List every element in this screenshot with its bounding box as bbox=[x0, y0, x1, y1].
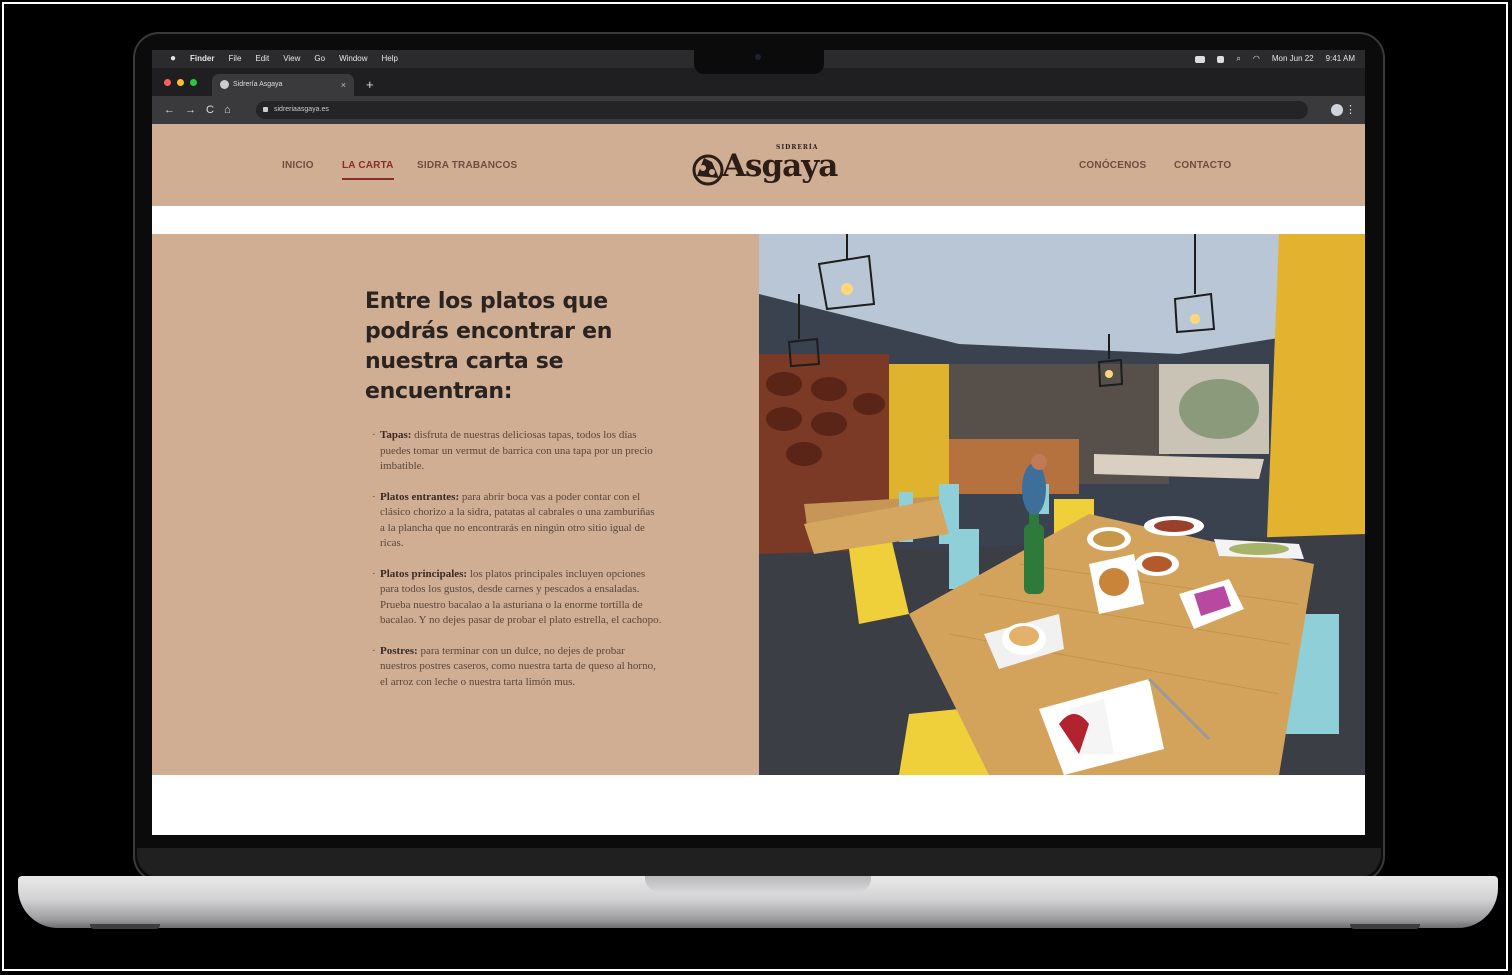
laptop-foot bbox=[90, 924, 160, 929]
item-text: disfruta de nuestras deliciosas tapas, t… bbox=[380, 429, 653, 472]
menu-description-panel: Entre los platos que podrás encontrar en… bbox=[152, 234, 759, 775]
browser-toolbar: ← → C ⌂ sidreriaasgaya.es ⋮ bbox=[152, 96, 1365, 124]
address-bar[interactable]: sidreriaasgaya.es bbox=[256, 101, 1308, 119]
laptop-chin bbox=[137, 848, 1381, 878]
menubar-item-view[interactable]: View bbox=[283, 50, 300, 68]
laptop-foot bbox=[1350, 924, 1420, 929]
favicon-icon bbox=[220, 79, 229, 89]
menubar-item-edit[interactable]: Edit bbox=[255, 50, 269, 68]
new-tab-button[interactable]: + bbox=[366, 74, 374, 96]
browser-tab[interactable]: Sidrería Asgaya × bbox=[212, 74, 354, 96]
nav-link-inicio[interactable]: INICIO bbox=[282, 160, 314, 171]
menubar-item-help[interactable]: Help bbox=[382, 50, 398, 68]
laptop-screen: ● Finder File Edit View Go Window Help ⌕… bbox=[152, 50, 1365, 835]
trackpad-notch bbox=[645, 876, 871, 892]
list-item: Postres: para terminar con un dulce, no … bbox=[372, 644, 662, 691]
wifi-icon[interactable]: ◠ bbox=[1253, 50, 1260, 68]
apple-menu-icon[interactable]: ● bbox=[170, 50, 176, 68]
minimize-window-button[interactable] bbox=[177, 79, 184, 86]
list-item: Platos principales: los platos principal… bbox=[372, 567, 662, 629]
site-header: INICIO LA CARTA SIDRA TRABANCOS SIDRERÍA… bbox=[152, 124, 1365, 206]
asgaya-logo[interactable]: SIDRERÍA Asgaya bbox=[688, 144, 838, 188]
reload-button[interactable]: C bbox=[206, 96, 214, 124]
nav-link-contacto[interactable]: CONTACTO bbox=[1174, 160, 1231, 171]
window-controls bbox=[164, 79, 197, 86]
page-footer-space bbox=[152, 775, 1365, 835]
extension-icon[interactable] bbox=[1331, 104, 1343, 116]
menubar-date[interactable]: Mon Jun 22 bbox=[1272, 50, 1314, 68]
battery-icon[interactable] bbox=[1195, 55, 1206, 63]
item-text: para terminar con un dulce, no dejes de … bbox=[380, 644, 656, 688]
zoom-window-button[interactable] bbox=[190, 79, 197, 86]
lock-icon bbox=[263, 107, 268, 112]
active-underline bbox=[342, 178, 394, 180]
forward-button[interactable]: → bbox=[185, 96, 196, 124]
nav-link-conocenos[interactable]: CONÓCENOS bbox=[1079, 160, 1146, 171]
nav-link-label: LA CARTA bbox=[342, 160, 394, 171]
tab-title: Sidrería Asgaya bbox=[233, 81, 283, 88]
browser-menu-button[interactable]: ⋮ bbox=[1345, 96, 1356, 124]
camera-notch bbox=[694, 50, 824, 74]
list-item: Tapas: disfruta de nuestras deliciosas t… bbox=[372, 428, 662, 475]
url-text: sidreriaasgaya.es bbox=[274, 106, 329, 113]
tab-close-icon[interactable]: × bbox=[341, 74, 346, 96]
item-title: Tapas: bbox=[380, 429, 412, 441]
close-window-button[interactable] bbox=[164, 79, 171, 86]
list-item: Platos entrantes: para abrir boca vas a … bbox=[372, 490, 662, 552]
section-heading: Entre los platos que podrás encontrar en… bbox=[365, 289, 613, 404]
dish-list: Tapas: disfruta de nuestras deliciosas t… bbox=[372, 428, 662, 705]
home-button[interactable]: ⌂ bbox=[224, 96, 231, 124]
menubar-time[interactable]: 9:41 AM bbox=[1326, 50, 1355, 68]
restaurant-photo bbox=[759, 234, 1365, 775]
back-button[interactable]: ← bbox=[164, 96, 175, 124]
item-title: Platos principales: bbox=[380, 567, 468, 580]
item-title: Postres: bbox=[380, 644, 418, 657]
search-icon[interactable]: ⌕ bbox=[1236, 50, 1240, 68]
camera-icon bbox=[755, 54, 761, 60]
menubar-item-window[interactable]: Window bbox=[339, 50, 367, 68]
logo-wordmark: Asgaya bbox=[722, 148, 838, 184]
menubar-item-finder[interactable]: Finder bbox=[190, 50, 214, 68]
item-title: Platos entrantes: bbox=[380, 490, 460, 503]
menubar-item-go[interactable]: Go bbox=[314, 50, 325, 68]
nav-link-sidra-trabancos[interactable]: SIDRA TRABANCOS bbox=[417, 160, 517, 171]
section-spacer bbox=[152, 206, 1365, 234]
nav-link-la-carta[interactable]: LA CARTA bbox=[342, 160, 394, 180]
restaurant-interior-image bbox=[759, 234, 1365, 775]
menubar-item-file[interactable]: File bbox=[229, 50, 242, 68]
control-center-icon[interactable] bbox=[1217, 55, 1225, 63]
